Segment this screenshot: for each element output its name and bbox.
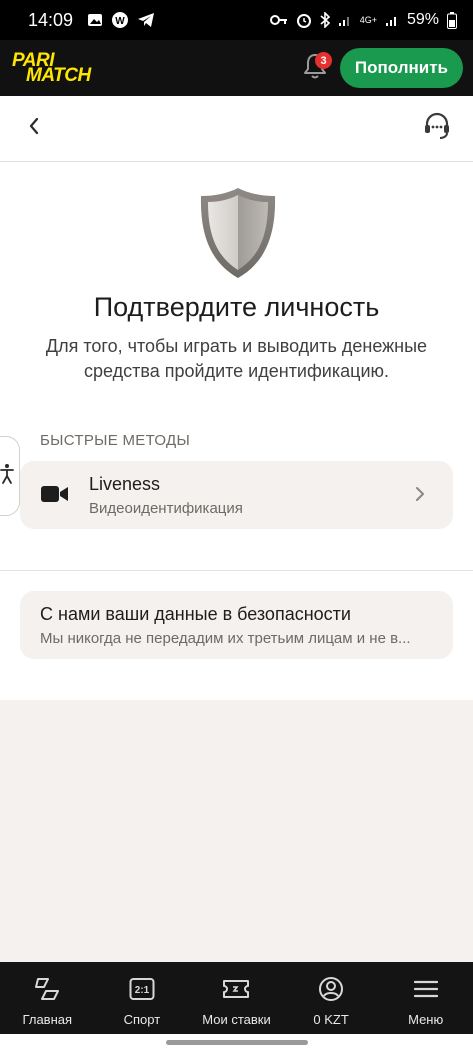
status-bar: 14:09 W 4G+ 59% xyxy=(0,0,473,40)
liveness-subtitle: Видеоидентификация xyxy=(89,500,243,517)
battery-icon xyxy=(447,11,457,29)
nav-item-sport[interactable]: 2:1 Спорт xyxy=(95,962,190,1034)
chevron-right-icon xyxy=(415,485,425,508)
nav-item-my-bets[interactable]: Мои ставки xyxy=(189,962,284,1034)
telegram-icon xyxy=(137,12,155,28)
shield-icon xyxy=(198,186,278,280)
nav-label-sport: Спорт xyxy=(123,1012,161,1027)
svg-text:2:1: 2:1 xyxy=(135,985,150,996)
nav-item-home[interactable]: Главная xyxy=(0,962,95,1034)
app-notification-icon: W xyxy=(111,11,129,29)
sport-icon: 2:1 xyxy=(127,974,157,1004)
notifications-button[interactable]: 3 xyxy=(297,50,333,86)
logo-line-2: MATCH xyxy=(26,65,91,86)
nav-label-home: Главная xyxy=(22,1012,73,1027)
notifications-badge: 3 xyxy=(315,52,332,69)
page-description: Для того, чтобы играть и выводить денежн… xyxy=(45,336,428,381)
signal-strength-icon xyxy=(385,13,399,27)
back-button[interactable] xyxy=(22,116,46,140)
sub-header xyxy=(0,96,473,162)
identity-verification-content: Подтвердите личность Для того, чтобы игр… xyxy=(0,162,473,700)
security-info-card[interactable]: С нами ваши данные в безопасности Мы ник… xyxy=(20,591,453,659)
key-icon xyxy=(269,14,288,26)
bottom-navigation: Главная 2:1 Спорт Мои ставки 0 KZT Меню xyxy=(0,962,473,1034)
support-button[interactable] xyxy=(421,112,453,144)
home-icon xyxy=(32,974,62,1004)
alarm-icon xyxy=(296,12,312,28)
app-header: PARI MATCH 3 Пополнить xyxy=(0,40,473,96)
battery-percent: 59% xyxy=(406,11,439,28)
liveness-method-card[interactable]: Liveness Видеоидентификация xyxy=(20,461,453,529)
section-divider xyxy=(0,570,473,571)
gallery-icon xyxy=(87,12,103,28)
account-icon xyxy=(316,974,346,1004)
network-4g-label: 4G+ xyxy=(359,15,377,25)
chevron-left-icon xyxy=(28,117,40,140)
nav-item-menu[interactable]: Меню xyxy=(378,962,473,1034)
bluetooth-icon xyxy=(320,12,330,28)
video-camera-icon xyxy=(41,485,69,508)
svg-text:W: W xyxy=(115,16,125,27)
status-time: 14:09 xyxy=(28,9,74,30)
nav-item-account[interactable]: 0 KZT xyxy=(284,962,379,1034)
page-title: Подтвердите личность xyxy=(93,292,380,322)
ticket-icon xyxy=(221,974,251,1004)
accessibility-button[interactable] xyxy=(0,436,20,516)
parimatch-logo[interactable]: PARI MATCH xyxy=(12,51,91,86)
fast-methods-label: БЫСТРЫЕ МЕТОДЫ xyxy=(40,432,191,449)
security-title: С нами ваши данные в безопасности xyxy=(40,604,351,624)
nav-label-balance: 0 KZT xyxy=(313,1012,349,1027)
home-indicator[interactable] xyxy=(166,1040,308,1045)
headset-icon xyxy=(422,111,452,146)
signal-icon xyxy=(338,13,352,27)
security-subtitle: Мы никогда не передадим их третьим лицам… xyxy=(40,630,411,647)
liveness-title: Liveness xyxy=(89,474,161,494)
nav-label-menu: Меню xyxy=(408,1012,444,1027)
topup-button[interactable]: Пополнить xyxy=(339,48,463,88)
nav-label-my-bets: Мои ставки xyxy=(202,1012,271,1027)
menu-icon xyxy=(411,974,441,1004)
accessibility-icon xyxy=(0,463,14,490)
